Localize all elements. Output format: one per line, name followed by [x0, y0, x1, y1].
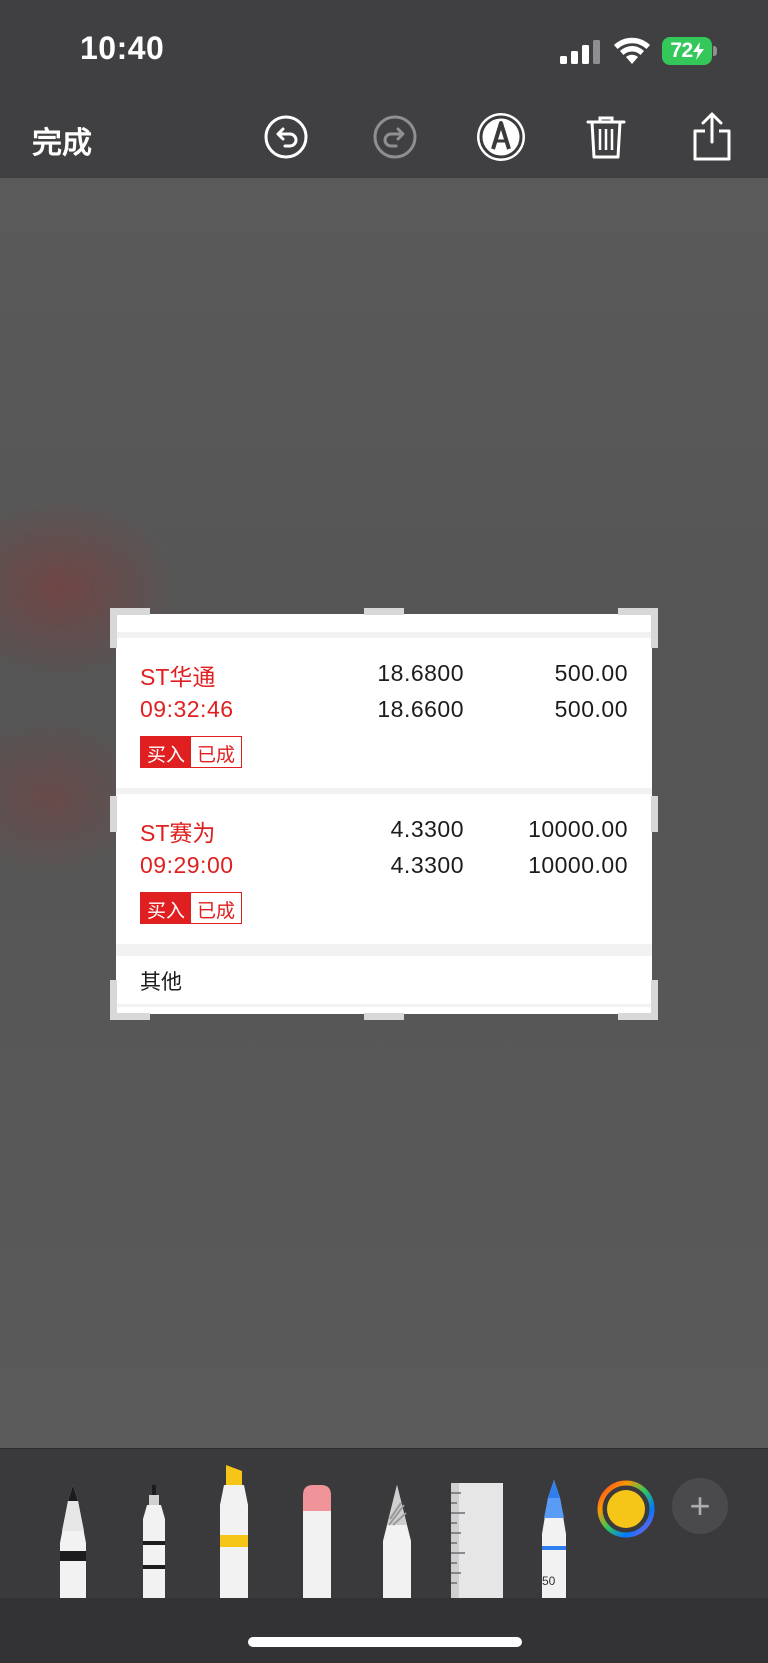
filled-status-tag: 已成: [191, 737, 242, 767]
filled-price: 4.3300: [390, 852, 464, 878]
order-price: 4.3300: [390, 816, 464, 842]
crop-handle-right[interactable]: [651, 796, 658, 832]
add-icon: +: [689, 1485, 711, 1526]
battery-cap: [713, 46, 717, 56]
battery-indicator: 72: [662, 37, 718, 65]
battery-level: 72: [662, 37, 712, 65]
separator: [116, 614, 652, 638]
crop-handle-bottom-left[interactable]: [110, 1013, 150, 1020]
drawing-tool-palette: 50 +: [0, 1448, 768, 1598]
charging-bolt-icon: [692, 42, 704, 60]
undo-icon[interactable]: [259, 110, 313, 164]
cropped-screenshot: ST华通 09:32:46 18.6800 500.00 18.6600 500…: [116, 614, 652, 1014]
stock-name: ST赛为: [140, 820, 216, 846]
home-indicator-area: [0, 1598, 768, 1663]
trash-icon[interactable]: [579, 110, 633, 164]
crop-handle-bottom-right[interactable]: [618, 1013, 658, 1020]
filled-quantity: 10000.00: [528, 852, 628, 878]
crop-handle-top[interactable]: [364, 608, 404, 615]
stock-name: ST华通: [140, 664, 216, 690]
order-quantity: 500.00: [554, 660, 628, 686]
order-tags: 买入 已成: [140, 736, 243, 768]
order-row: ST赛为 09:29:00 4.3300 10000.00 4.3300 100…: [116, 794, 652, 944]
order-quantity: 10000.00: [528, 816, 628, 842]
color-picker-icon[interactable]: [597, 1480, 655, 1538]
cellular-signal-icon: [560, 40, 600, 64]
separator: [116, 1004, 652, 1007]
crop-handle-left[interactable]: [110, 796, 117, 832]
pen-tool[interactable]: [54, 1483, 92, 1598]
buy-tag: 买入: [141, 893, 192, 923]
crop-handle-top-left[interactable]: [110, 608, 117, 648]
crop-handle-bottom[interactable]: [364, 1013, 404, 1020]
monoline-tool[interactable]: [135, 1483, 173, 1598]
buy-tag: 买入: [141, 737, 192, 767]
filled-status-tag: 已成: [191, 893, 242, 923]
tool-width-label: 50: [542, 1574, 556, 1588]
crayon-tool[interactable]: 50: [538, 1478, 570, 1598]
order-row: ST华通 09:32:46 18.6800 500.00 18.6600 500…: [116, 638, 652, 788]
pencil-tool[interactable]: [377, 1483, 417, 1598]
done-button[interactable]: 完成: [32, 118, 92, 162]
markup-icon[interactable]: [474, 110, 528, 164]
order-price: 18.6800: [377, 660, 464, 686]
order-time: 09:32:46: [140, 696, 234, 722]
ruler-tool[interactable]: [451, 1483, 503, 1598]
highlighter-tool[interactable]: [214, 1463, 254, 1598]
status-bar: 10:40 72: [0, 0, 768, 100]
redo-icon[interactable]: [368, 110, 422, 164]
status-time: 10:40: [80, 30, 165, 66]
order-tags: 买入 已成: [140, 892, 243, 924]
markup-toolbar: 完成: [0, 100, 768, 178]
add-tool-button[interactable]: +: [672, 1478, 728, 1534]
share-icon[interactable]: [685, 110, 739, 164]
filled-quantity: 500.00: [554, 696, 628, 722]
crop-handle-top-right[interactable]: [651, 608, 658, 648]
order-time: 09:29:00: [140, 852, 234, 878]
battery-percent: 72: [670, 39, 693, 62]
eraser-tool[interactable]: [297, 1483, 337, 1598]
home-indicator[interactable]: [248, 1637, 522, 1647]
wifi-icon: [614, 37, 650, 64]
filled-price: 18.6600: [377, 696, 464, 722]
other-section-label: 其他: [140, 971, 182, 994]
separator: [116, 944, 652, 956]
